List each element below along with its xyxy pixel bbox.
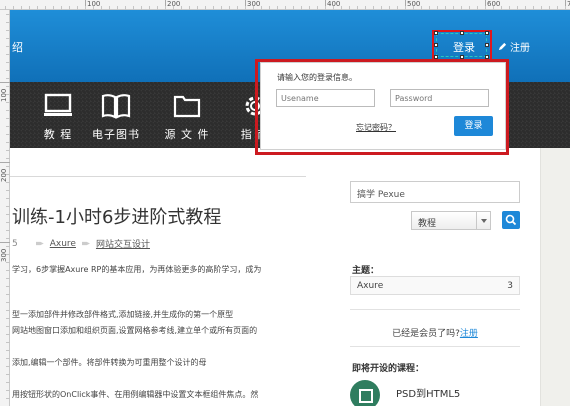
register-label: 注册 [510, 43, 530, 54]
resize-handle[interactable] [434, 31, 438, 35]
divider [350, 309, 520, 310]
topic-count: 3 [507, 281, 513, 291]
horizontal-ruler: 100200300400500600700 [0, 0, 570, 10]
nav-item-source-files[interactable]: 源 文 件 [157, 82, 217, 148]
resize-handle[interactable] [485, 43, 489, 47]
category-link[interactable]: Axure [50, 239, 76, 249]
resize-handle[interactable] [485, 31, 489, 35]
nav-label: 教 程 [43, 128, 73, 141]
article-title: 训练-1小时6步进阶式教程 [12, 207, 222, 228]
topics-heading: 主题： [352, 266, 380, 276]
password-field[interactable] [390, 89, 489, 107]
article-paragraph: 网站地图窗口添加和组织页面,设置网格参考线,建立单个或所有页面的 [12, 326, 258, 335]
nav-item-tutorials[interactable]: 教 程 [28, 82, 88, 148]
username-field[interactable] [276, 89, 375, 107]
book-icon [101, 94, 131, 119]
login-popup: 请输入您的登录信息。 忘记密码？ 登录 [260, 62, 506, 150]
nav-label: 源 文 件 [164, 128, 210, 141]
upcoming-courses-heading: 即将开设的课程： [352, 364, 425, 374]
resize-handle[interactable] [434, 43, 438, 47]
member-prompt: 已经是会员了吗?注册 [350, 326, 520, 339]
search-icon [505, 214, 517, 226]
tag-link[interactable]: 网站交互设计 [96, 237, 150, 250]
widget-selection-dashed [436, 33, 487, 57]
course-icon [350, 380, 380, 406]
login-popup-title: 请输入您的登录信息。 [277, 73, 357, 82]
pencil-icon [498, 42, 507, 51]
forgot-password-link[interactable]: 忘记密码？ [356, 122, 396, 133]
monitor-icon [44, 93, 72, 116]
member-register-link[interactable]: 注册 [460, 329, 478, 339]
divider [10, 176, 306, 177]
article-paragraph: 用按钮形状的OnClick事件、在用例编辑器中设置文本框组件焦点。然 [12, 390, 259, 399]
article-meta: 5 Axure 网站交互设计 [12, 237, 150, 251]
login-submit-button[interactable]: 登录 [454, 116, 493, 136]
topic-item[interactable]: Axure 3 [350, 276, 520, 295]
axure-canvas: 100200300400500600700 100200300 绍 登录 注册 … [0, 0, 570, 406]
register-link[interactable]: 注册 [498, 39, 530, 54]
tag-icon [35, 241, 44, 246]
ruler-label: 200 [0, 168, 8, 182]
article-paragraph: 学习，6步掌握Axure RP的基本应用，为再体验更多的高阶学习，成为 [12, 265, 262, 274]
search-button[interactable] [502, 211, 520, 229]
topic-name: Axure [357, 281, 384, 291]
nav-label: 电子图书 [92, 128, 140, 141]
chevron-down-icon [476, 212, 490, 229]
divider [350, 346, 520, 347]
ruler-label: 100 [0, 88, 8, 102]
select-value: 教程 [418, 219, 437, 229]
meta-number: 5 [12, 238, 18, 249]
tag-icon [81, 241, 90, 246]
vertical-ruler: 100 200 300 [0, 10, 10, 406]
course-title[interactable]: PSD到HTML5 [396, 385, 460, 400]
folder-icon [173, 95, 201, 118]
article-paragraph: 型一添加部件并修改部件格式,添加链接,并生成你的第一个原型 [12, 310, 234, 319]
site-search-input[interactable]: 搞学 Pexue [350, 181, 520, 203]
category-select[interactable]: 教程 [411, 211, 491, 230]
member-text: 已经是会员了吗? [392, 329, 460, 339]
article-paragraph: 添加,编辑一个部件。将部件转换为可重用整个设计的母 [12, 358, 207, 367]
ruler-label: 300 [0, 248, 8, 262]
header-intro-fragment[interactable]: 绍 [12, 39, 23, 55]
nav-item-ebooks[interactable]: 电子图书 [86, 82, 146, 148]
resize-handle[interactable] [460, 31, 464, 35]
page-margin [540, 148, 570, 406]
